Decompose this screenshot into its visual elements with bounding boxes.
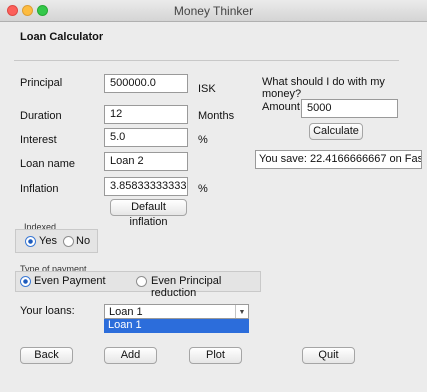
loans-combobox-value: Loan 1: [109, 306, 143, 318]
loans-combobox[interactable]: Loan 1 ▼: [104, 304, 249, 319]
indexed-no-label: No: [76, 235, 91, 247]
interest-unit: %: [198, 134, 208, 146]
inflation-label: Inflation: [20, 183, 59, 195]
principal-unit: ISK: [198, 83, 216, 95]
inflation-unit: %: [198, 183, 208, 195]
page-title: Loan Calculator: [20, 31, 104, 43]
duration-label: Duration: [20, 110, 62, 122]
amount-input[interactable]: 5000: [301, 99, 398, 118]
indexed-yes-label: Yes: [39, 235, 57, 247]
even-payment-label: Even Payment: [34, 275, 106, 287]
payment-type-group: Even Payment Even Principal reduction: [15, 271, 261, 299]
principal-label: Principal: [20, 77, 63, 89]
advice-question: What should I do with my money?: [262, 76, 385, 100]
back-button[interactable]: Back: [20, 347, 73, 364]
interest-label: Interest: [20, 134, 57, 146]
interest-input[interactable]: 5.0: [104, 128, 188, 147]
your-loans-label: Your loans:: [20, 305, 75, 317]
window-titlebar: Money Thinker: [0, 0, 427, 22]
inflation-input[interactable]: 3.85833333333: [104, 177, 188, 196]
even-payment-radio[interactable]: [20, 276, 31, 287]
default-inflation-button[interactable]: Default inflation: [110, 199, 187, 228]
window-title: Money Thinker: [173, 4, 254, 18]
even-principal-label: Even Principal reduction: [151, 275, 222, 299]
duration-unit: Months: [198, 110, 235, 122]
savings-result-field[interactable]: You save: 22.4166666667 on Fastvaxta: [255, 150, 422, 169]
quit-button[interactable]: Quit: [302, 347, 355, 364]
loans-dropdown-option[interactable]: Loan 1: [104, 319, 249, 333]
loan-name-label: Loan name: [20, 158, 76, 170]
chevron-down-icon[interactable]: ▼: [235, 305, 248, 318]
divider: [14, 60, 399, 61]
indexed-no-radio[interactable]: [63, 236, 74, 247]
indexed-group: Yes No: [15, 229, 98, 253]
calculate-button[interactable]: Calculate: [309, 123, 363, 140]
duration-input[interactable]: 12: [104, 105, 188, 124]
even-principal-radio[interactable]: [136, 276, 147, 287]
add-button[interactable]: Add: [104, 347, 157, 364]
loan-name-input[interactable]: Loan 2: [104, 152, 188, 171]
amount-label: Amount: [262, 101, 300, 113]
indexed-yes-radio[interactable]: [25, 236, 36, 247]
plot-button[interactable]: Plot: [189, 347, 242, 364]
principal-input[interactable]: 500000.0: [104, 74, 188, 93]
